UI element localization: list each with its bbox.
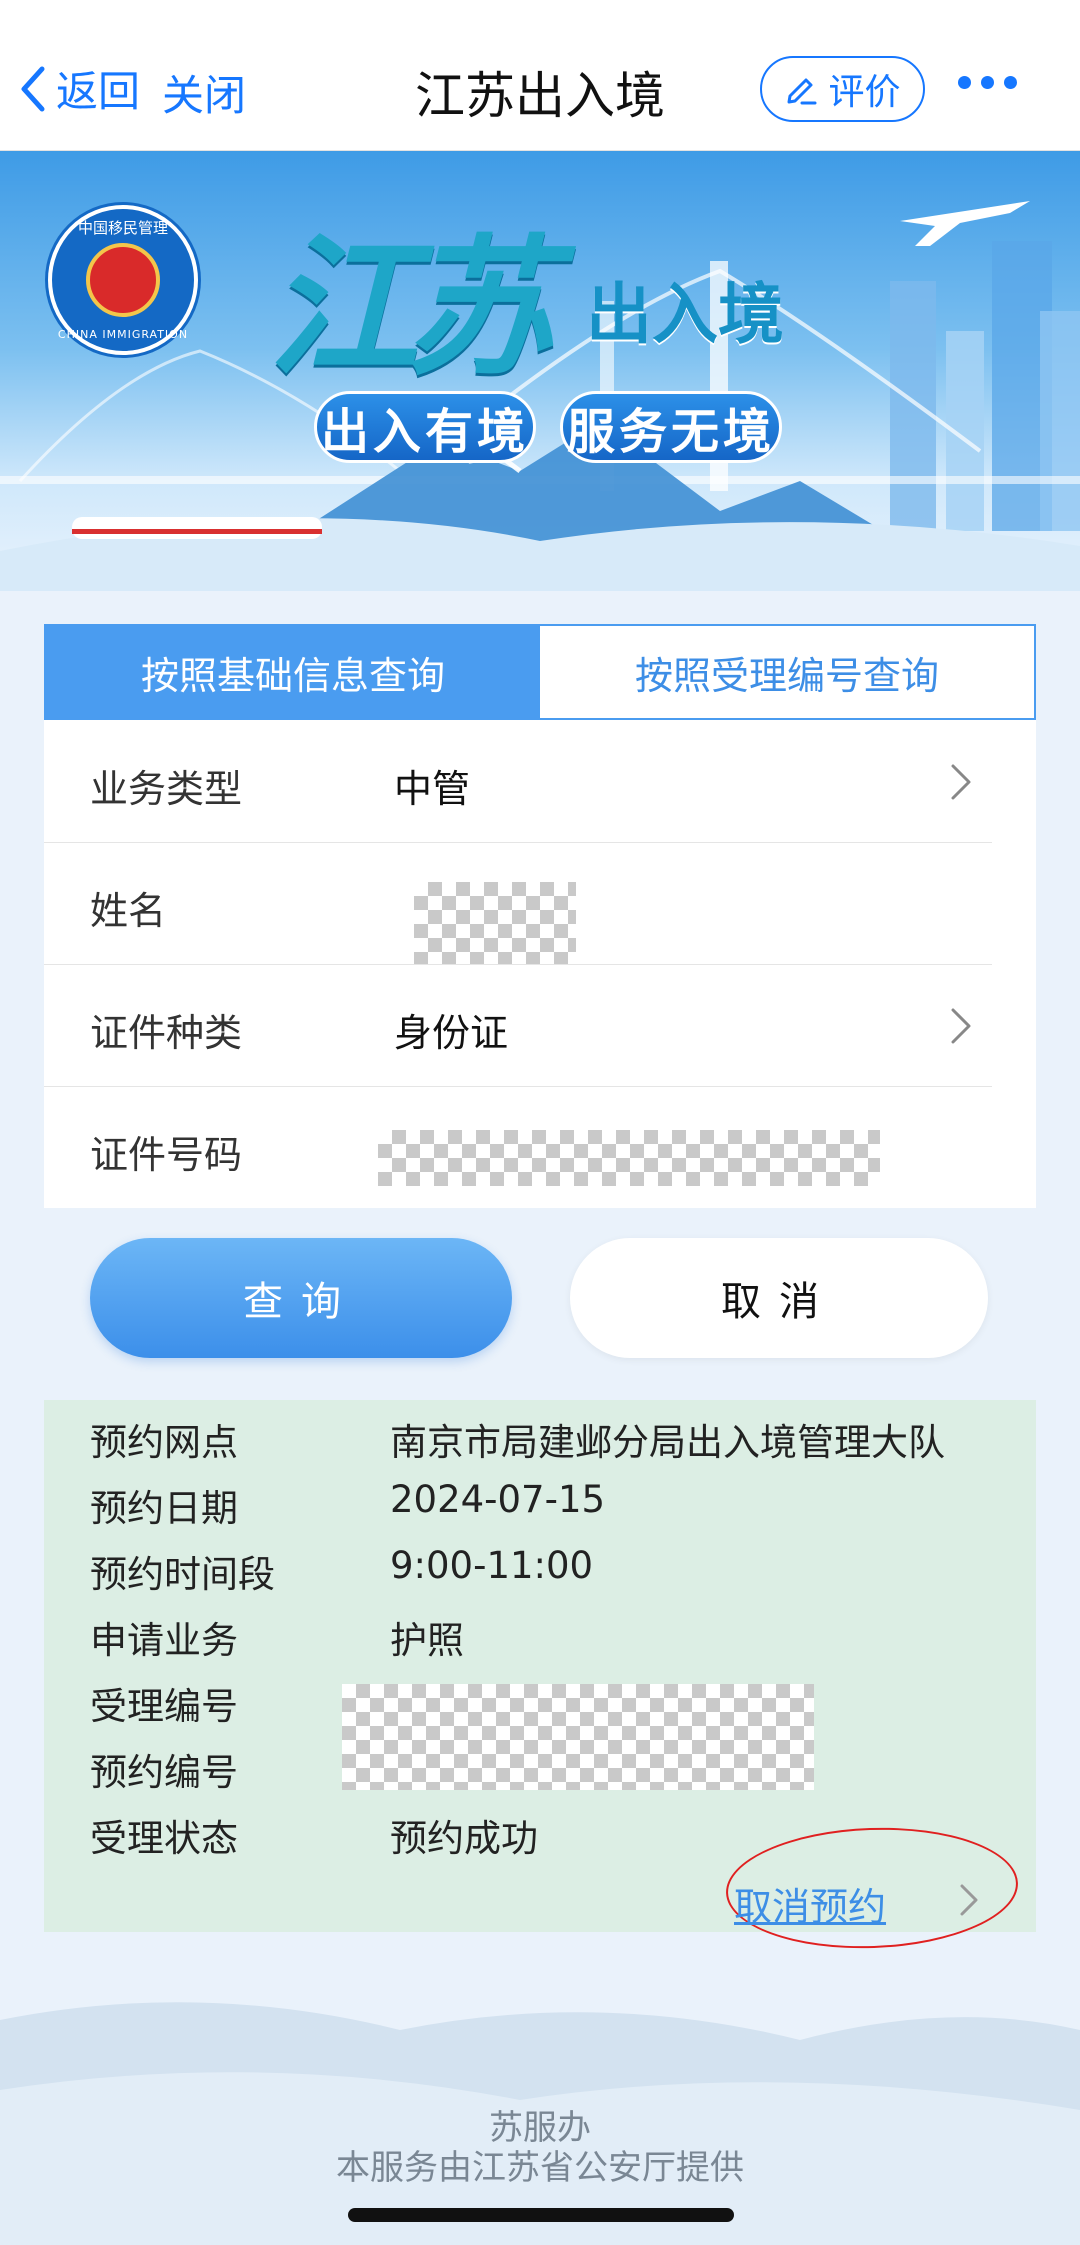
result-key: 预约时间段 [90, 1553, 275, 1596]
id-type-label: 证件种类 [90, 1011, 243, 1055]
cancel-appointment-link[interactable]: 取消预约 [734, 1876, 886, 1931]
rate-button[interactable]: 评价 [760, 56, 925, 122]
result-value: 护照 [390, 1619, 464, 1662]
edit-icon [787, 78, 817, 105]
query-button[interactable]: 查询 [90, 1238, 512, 1358]
business-type-selector[interactable]: 业务类型 中管 [44, 720, 992, 843]
result-value: 9:00-11:00 [390, 1544, 594, 1587]
slogan-pill-2: 服务无境 [560, 391, 782, 463]
brand-subtitle: 出入境 [586, 276, 784, 353]
more-dots-icon [958, 76, 971, 89]
id-type-selector[interactable]: 证件种类 身份证 [44, 964, 992, 1087]
id-number-field[interactable]: 证件号码 [44, 1086, 992, 1208]
cancel-button[interactable]: 取消 [570, 1238, 988, 1358]
result-key: 预约编号 [90, 1751, 238, 1794]
emblem-shield-icon [86, 243, 160, 317]
result-value: 南京市局建邺分局出入境管理大队 [390, 1421, 945, 1464]
tab-basic-info[interactable]: 按照基础信息查询 [46, 626, 540, 718]
chevron-right-icon [951, 1008, 971, 1044]
top-nav-bar: 返回 关闭 江苏出入境 评价 [0, 0, 1080, 151]
chevron-right-icon [951, 764, 971, 800]
slogan-pill-1: 出入有境 [314, 391, 536, 463]
result-value: 预约成功 [390, 1817, 538, 1860]
close-button[interactable]: 关闭 [162, 62, 246, 123]
brand-calligraphy: 江苏 [268, 220, 554, 396]
name-field[interactable]: 姓名 [44, 842, 992, 965]
chevron-right-icon [960, 1884, 978, 1916]
hero-banner: 中国移民管理 CHINA IMMIGRATION 江苏 出入境 出入有境 服务无… [0, 151, 1080, 591]
name-redacted-mosaic [414, 882, 576, 964]
result-key: 申请业务 [90, 1619, 238, 1662]
emblem-top-text: 中国移民管理 [77, 219, 168, 237]
result-value: 2024-07-15 [390, 1478, 606, 1521]
id-type-value: 身份证 [394, 1011, 509, 1055]
result-key: 受理状态 [90, 1817, 238, 1860]
back-button[interactable]: 返回 [18, 58, 140, 119]
home-indicator[interactable] [348, 2208, 734, 2222]
result-key: 预约日期 [90, 1487, 238, 1530]
result-key: 预约网点 [90, 1421, 238, 1464]
more-menu-button[interactable] [958, 76, 1017, 89]
rate-label: 评价 [828, 72, 901, 113]
query-mode-tabs: 按照基础信息查询 按照受理编号查询 [44, 624, 1036, 720]
numbers-redacted-mosaic [342, 1684, 814, 1790]
footer-provider: 本服务由江苏省公安厅提供 [336, 2148, 744, 2188]
chevron-left-icon [21, 66, 45, 111]
name-label: 姓名 [90, 889, 167, 933]
result-key: 受理编号 [90, 1685, 238, 1728]
emblem-bottom-text: CHINA IMMIGRATION [57, 328, 189, 341]
id-number-redacted-mosaic [378, 1130, 880, 1186]
back-label: 返回 [56, 67, 141, 116]
tab-acceptance-number[interactable]: 按照受理编号查询 [540, 626, 1034, 718]
id-number-label: 证件号码 [90, 1133, 243, 1177]
immigration-emblem-logo: 中国移民管理 CHINA IMMIGRATION [48, 205, 198, 355]
business-type-label: 业务类型 [90, 767, 243, 811]
business-type-value: 中管 [394, 767, 471, 811]
